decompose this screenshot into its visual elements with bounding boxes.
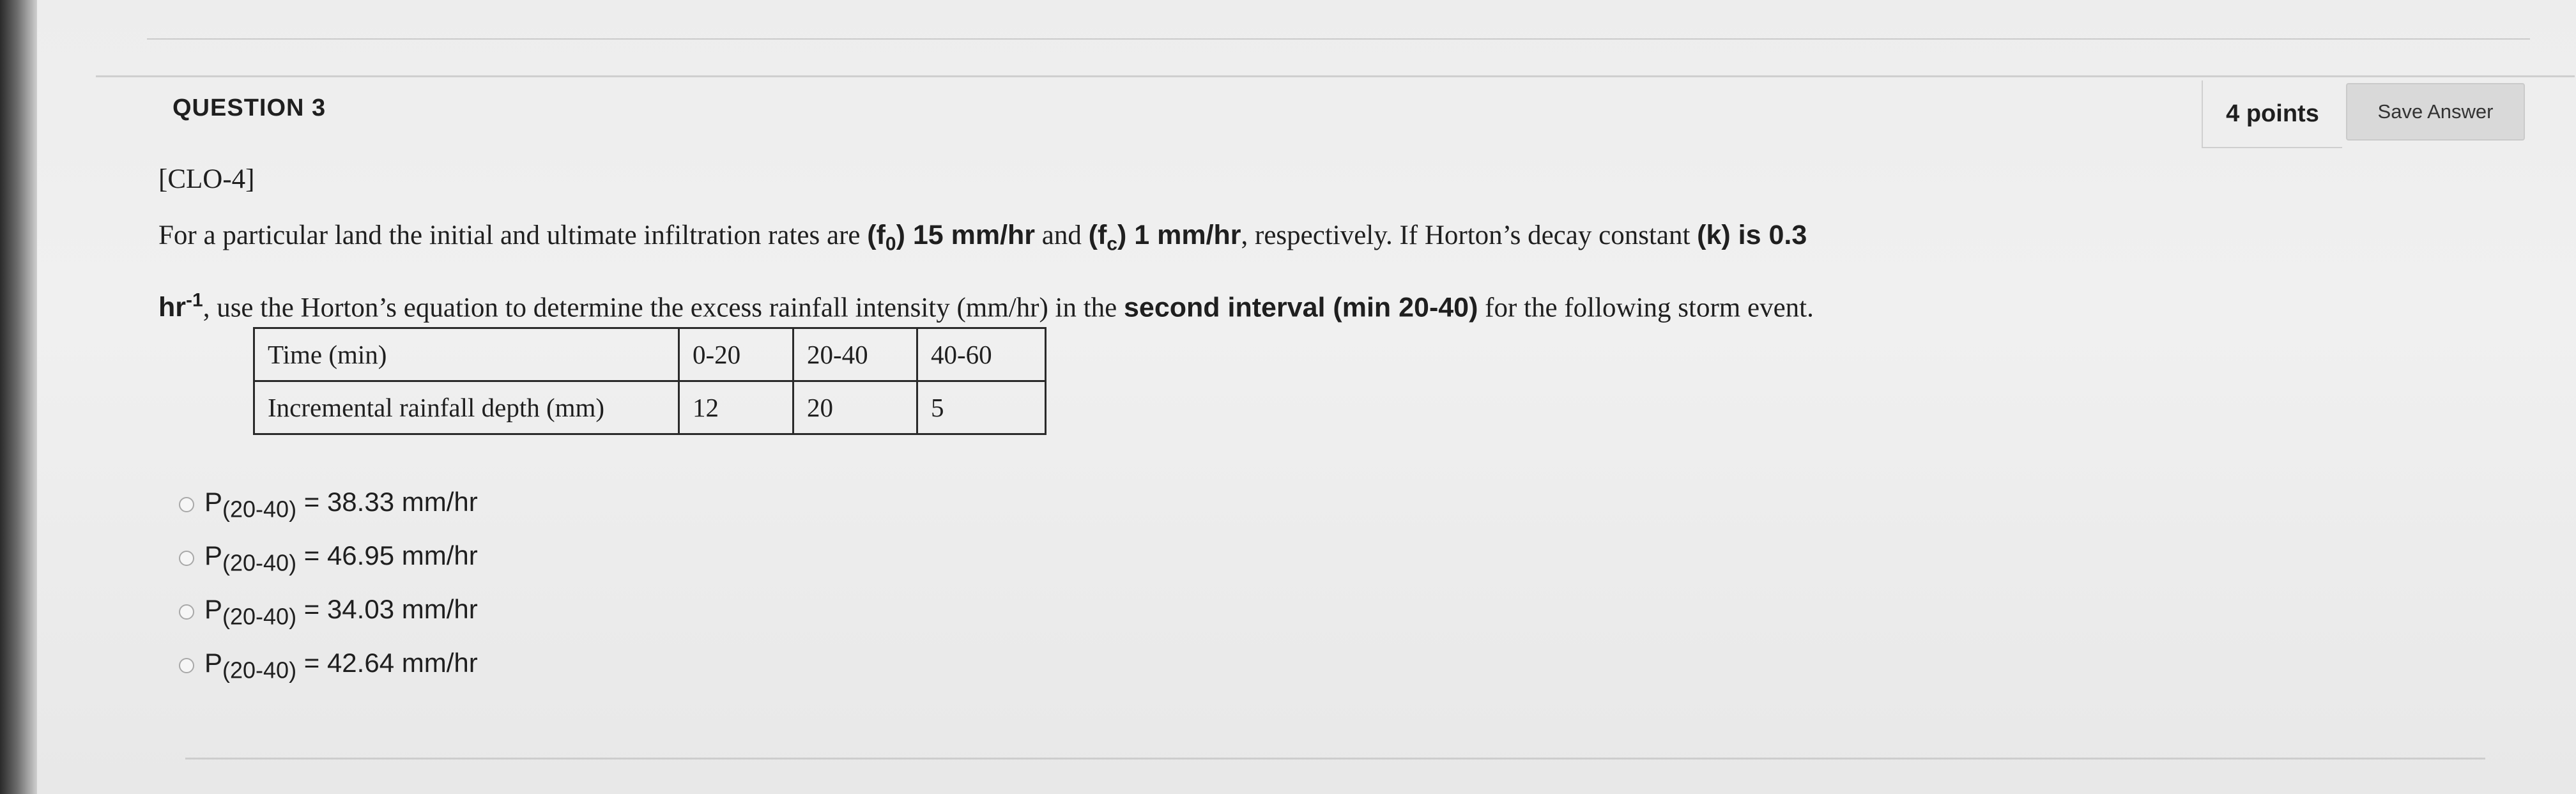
question-text-part: and [1035,220,1089,250]
answer-options: P(20-40) = 38.33 mm/hr P(20-40) = 46.95 … [179,478,478,692]
table-cell: Time (min) [253,327,680,382]
radio-button[interactable] [179,658,194,673]
screen-left-edge [0,0,37,794]
question-text: For a particular land the initial and ul… [158,207,2075,336]
k-term: (k) is 0.3 [1697,220,1807,250]
question-text-part: for the following storm event. [1478,292,1814,323]
question-header-divider [96,75,2575,77]
radio-button[interactable] [179,551,194,566]
table-cell: 12 [678,380,794,435]
interval-term: second interval (min 20-40) [1124,291,1478,323]
table-cell: 20 [792,380,918,435]
table-cell: Incremental rainfall depth (mm) [253,380,680,435]
points-label: 4 points [2202,80,2342,148]
table-cell: 5 [916,380,1046,435]
save-answer-button[interactable]: Save Answer [2346,83,2525,141]
question-text-part: , use the Horton’s equation to determine… [203,292,1124,323]
answer-option-3[interactable]: P(20-40) = 34.03 mm/hr [179,585,478,639]
answer-option-2[interactable]: P(20-40) = 46.95 mm/hr [179,531,478,585]
table-cell: 0-20 [678,327,794,382]
table-cell: 20-40 [792,327,918,382]
f0-term: (f0) 15 mm/hr [867,220,1036,255]
hr-unit: hr-1 [158,289,203,323]
radio-button[interactable] [179,604,194,620]
option-label: P(20-40) = 34.03 mm/hr [204,593,478,630]
answer-option-4[interactable]: P(20-40) = 42.64 mm/hr [179,639,478,692]
storm-event-table: Time (min) 0-20 20-40 40-60 Incremental … [253,327,1046,435]
table-cell: 40-60 [916,327,1046,382]
table-row: Incremental rainfall depth (mm) 12 20 5 [253,380,1046,435]
fc-term: (fc) 1 mm/hr [1088,220,1241,255]
option-label: P(20-40) = 38.33 mm/hr [204,486,478,523]
bottom-divider [185,758,2485,760]
answer-option-1[interactable]: P(20-40) = 38.33 mm/hr [179,478,478,531]
question-text-part: For a particular land the initial and ul… [158,220,868,250]
option-label: P(20-40) = 46.95 mm/hr [204,540,478,576]
question-title: QUESTION 3 [172,95,326,121]
radio-button[interactable] [179,497,194,512]
question-text-part: , respectively. If Horton’s decay consta… [1241,220,1698,250]
table-row: Time (min) 0-20 20-40 40-60 [253,327,1046,382]
clo-tag: [CLO-4] [158,164,255,194]
top-divider [147,38,2530,40]
option-label: P(20-40) = 42.64 mm/hr [204,647,478,683]
